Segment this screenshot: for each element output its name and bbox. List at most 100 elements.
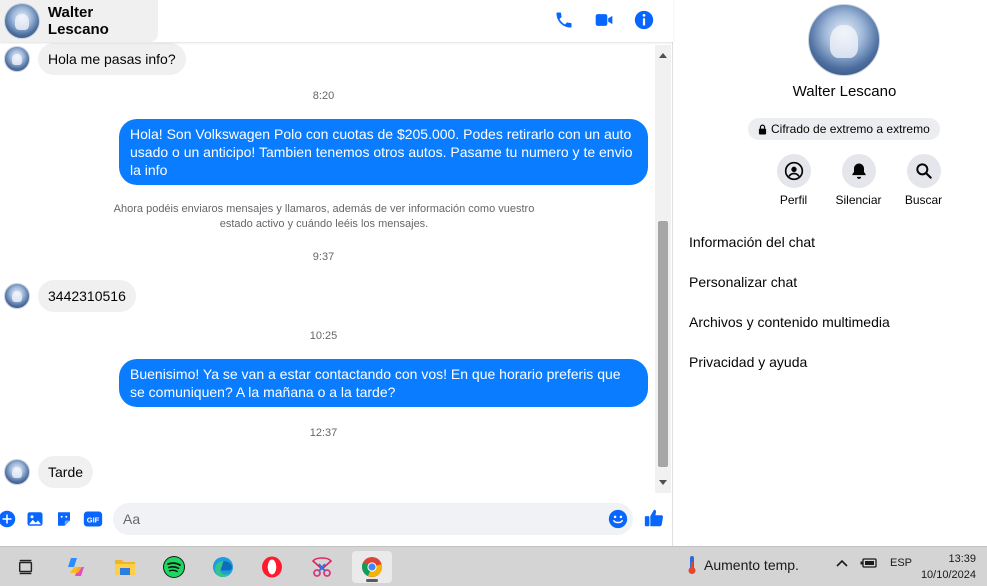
spotify-button[interactable]: [154, 551, 194, 583]
file-explorer-button[interactable]: [105, 551, 145, 583]
incoming-message[interactable]: Tarde: [38, 456, 94, 488]
system-tray: ESP: [836, 557, 912, 569]
task-view-icon: [18, 559, 33, 575]
profile-avatar[interactable]: [808, 4, 880, 76]
incoming-message-row: 3442310516: [0, 280, 136, 312]
profile-action-circle[interactable]: [776, 154, 811, 188]
conversation-info-button[interactable]: [631, 7, 657, 33]
info-menu: Información del chat Personalizar chat A…: [689, 228, 890, 388]
menu-item-privacy-support[interactable]: Privacidad y ayuda: [689, 348, 890, 388]
taskbar-clock[interactable]: 13:39 10/10/2024: [921, 551, 976, 583]
sticker-button[interactable]: [55, 510, 73, 528]
search-icon: [915, 163, 932, 179]
mute-action-button[interactable]: Silenciar: [826, 154, 891, 207]
contact-avatar[interactable]: [4, 3, 40, 39]
spotify-icon: [163, 556, 185, 578]
smiley-icon: [608, 509, 628, 529]
message-timestamp: 9:37: [312, 251, 335, 263]
message-composer: GIF: [0, 498, 673, 542]
messenger-app: Walter Lescano Hola me pasas info? 8:20: [0, 0, 987, 546]
edge-icon: [213, 557, 233, 577]
file-explorer-icon: [115, 560, 135, 575]
snipping-tool-button[interactable]: [302, 551, 342, 583]
clock-time: 13:39: [948, 553, 976, 565]
copilot-button[interactable]: [56, 551, 96, 583]
input-language[interactable]: ESP: [890, 557, 912, 569]
mute-action-circle[interactable]: [841, 154, 876, 188]
more-actions-button[interactable]: [0, 510, 16, 528]
message-timestamp: 10:25: [309, 330, 338, 342]
chrome-icon: [362, 557, 383, 577]
video-call-button[interactable]: [591, 7, 617, 33]
menu-item-chat-info[interactable]: Información del chat: [689, 228, 890, 268]
weather-text: Aumento temp.: [704, 557, 799, 573]
contact-name[interactable]: Walter Lescano: [48, 4, 158, 38]
profile-icon: [784, 161, 803, 181]
conversation-info-panel: Walter Lescano Cifrado de extremo a extr…: [674, 0, 987, 546]
message-input[interactable]: [113, 503, 633, 535]
profile-actions: Perfil Silenciar Buscar: [761, 154, 956, 207]
sender-avatar[interactable]: [4, 46, 30, 72]
gif-button[interactable]: GIF: [83, 510, 103, 528]
lock-icon: [758, 124, 767, 134]
sender-avatar[interactable]: [4, 459, 30, 485]
phone-icon: [556, 12, 572, 28]
copilot-icon: [68, 558, 84, 576]
header-actions: [551, 7, 657, 33]
bell-icon: [851, 163, 866, 179]
image-icon: [27, 512, 43, 526]
thermometer-icon: [688, 556, 696, 574]
attach-media-button[interactable]: [26, 510, 44, 528]
incoming-message[interactable]: 3442310516: [38, 280, 136, 312]
svg-text:GIF: GIF: [87, 515, 100, 524]
menu-item-media-files[interactable]: Archivos y contenido multimedia: [689, 308, 890, 348]
incoming-message-row: Hola me pasas info?: [0, 43, 186, 75]
info-icon: [634, 10, 654, 30]
scrollbar-thumb[interactable]: [658, 221, 668, 467]
send-like-button[interactable]: [643, 507, 665, 529]
chat-header: Walter Lescano: [0, 0, 673, 42]
voice-call-button[interactable]: [551, 7, 577, 33]
outgoing-message[interactable]: Hola! Son Volkswagen Polo con cuotas de …: [119, 119, 648, 185]
scroll-down-arrow-icon[interactable]: [659, 480, 667, 485]
opera-button[interactable]: [252, 551, 292, 583]
incoming-message-row: Tarde: [0, 456, 94, 488]
clock-date: 10/10/2024: [920, 569, 976, 581]
sender-avatar[interactable]: [4, 283, 30, 309]
battery-icon[interactable]: [860, 557, 878, 569]
chat-contact-header[interactable]: Walter Lescano: [0, 0, 158, 42]
snipping-tool-icon: [311, 557, 333, 577]
search-action-circle[interactable]: [906, 154, 941, 188]
encryption-badge[interactable]: Cifrado de extremo a extremo: [748, 118, 940, 140]
profile-action-button[interactable]: Perfil: [761, 154, 826, 207]
profile-action-label: Perfil: [779, 193, 808, 207]
plus-circle-icon: [0, 510, 16, 528]
message-scrollbar[interactable]: [655, 45, 671, 493]
outgoing-message[interactable]: Buenisimo! Ya se van a estar contactando…: [119, 359, 648, 407]
message-timestamp: 8:20: [312, 90, 335, 102]
emoji-button[interactable]: [608, 509, 628, 529]
message-timestamp: 12:37: [309, 427, 338, 439]
sticker-icon: [58, 512, 70, 526]
encryption-badge-label: Cifrado de extremo a extremo: [771, 122, 930, 136]
chrome-button[interactable]: [352, 551, 392, 583]
video-camera-icon: [595, 14, 613, 26]
edge-button[interactable]: [203, 551, 243, 583]
gif-icon: GIF: [83, 511, 103, 527]
chevron-up-icon[interactable]: [836, 558, 848, 568]
thumbs-up-icon: [644, 509, 664, 527]
opera-icon: [262, 556, 282, 578]
chat-panel: Walter Lescano Hola me pasas info? 8:20: [0, 0, 673, 546]
incoming-message[interactable]: Hola me pasas info?: [38, 43, 186, 75]
menu-item-customize-chat[interactable]: Personalizar chat: [689, 268, 890, 308]
scroll-up-arrow-icon[interactable]: [659, 53, 667, 58]
search-action-label: Buscar: [904, 193, 943, 207]
mute-action-label: Silenciar: [835, 193, 882, 207]
task-view-button[interactable]: [6, 551, 46, 583]
profile-name: Walter Lescano: [792, 83, 897, 100]
chat-notice: Ahora podéis enviaros mensajes y llamaro…: [113, 203, 535, 230]
weather-widget[interactable]: Aumento temp.: [686, 555, 799, 575]
search-action-button[interactable]: Buscar: [891, 154, 956, 207]
windows-taskbar: Aumento temp. ESP 13:39 10/10/2024: [0, 546, 987, 586]
message-list[interactable]: Hola me pasas info? 8:20 Hola! Son Volks…: [0, 42, 655, 494]
